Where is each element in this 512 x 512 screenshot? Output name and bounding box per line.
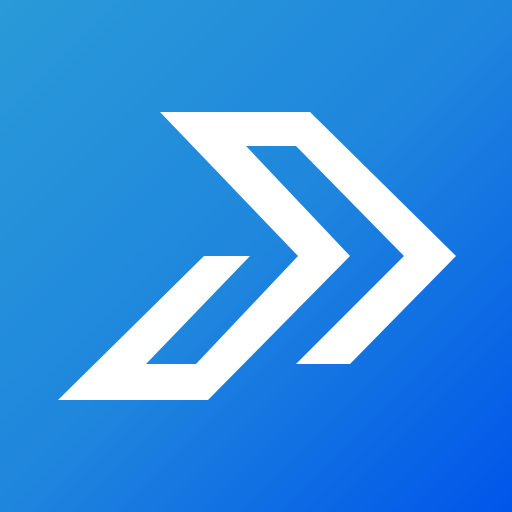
app-icon-tile <box>0 0 512 512</box>
app-icon-svg <box>0 0 512 512</box>
